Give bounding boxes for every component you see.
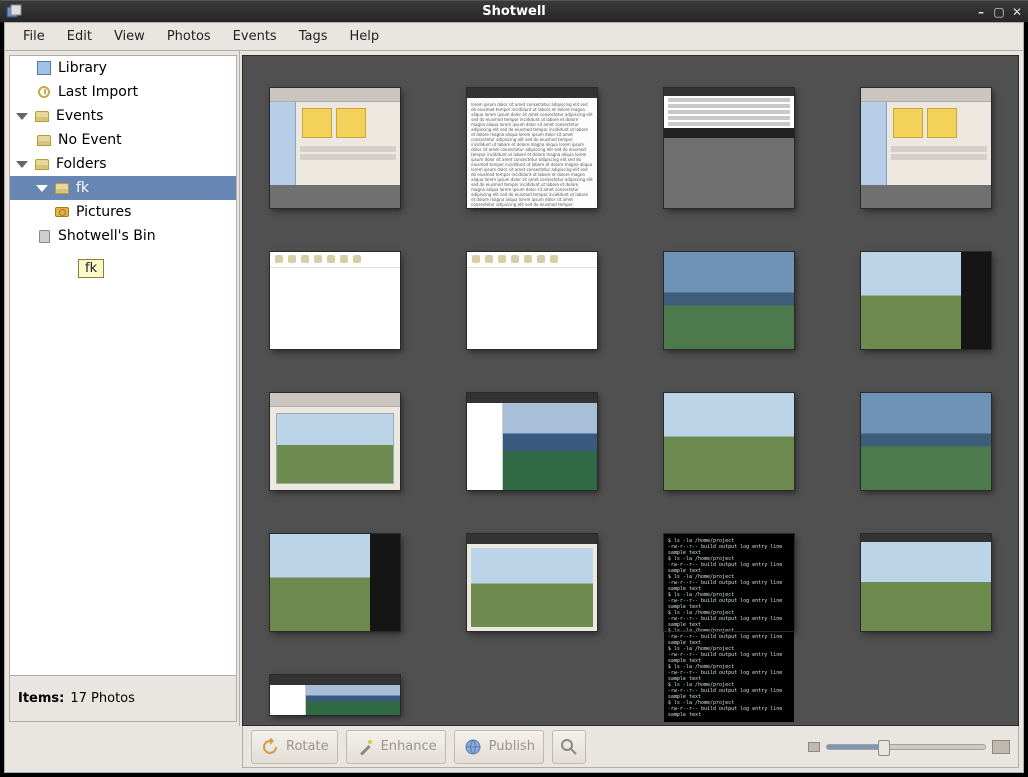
menu-view[interactable]: View [104, 25, 155, 48]
trash-icon [36, 228, 52, 244]
camera-icon [54, 204, 70, 220]
sidebar-item-fk[interactable]: fk [10, 176, 236, 200]
menu-photos[interactable]: Photos [157, 25, 221, 48]
globe-icon [463, 737, 483, 757]
menu-tags[interactable]: Tags [289, 25, 338, 48]
thumbnail[interactable] [467, 393, 597, 490]
button-label: Enhance [381, 739, 437, 754]
sidebar-item-label: Last Import [58, 84, 138, 100]
sidebar-item-last-import[interactable]: Last Import [10, 80, 236, 104]
thumbnail[interactable] [270, 88, 400, 208]
thumbnail[interactable] [861, 393, 991, 490]
thumbnail[interactable] [664, 88, 794, 208]
publish-button[interactable]: Publish [454, 730, 544, 764]
sidebar-item-label: fk [76, 180, 89, 196]
menu-events[interactable]: Events [223, 25, 287, 48]
enhance-button[interactable]: Enhance [346, 730, 446, 764]
menu-help[interactable]: Help [339, 25, 389, 48]
search-button[interactable] [552, 730, 586, 764]
thumbnail[interactable] [270, 252, 400, 349]
status-value: 17 Photos [70, 691, 135, 706]
button-label: Rotate [286, 739, 329, 754]
sidebar-item-label: No Event [58, 132, 122, 148]
button-label: Publish [489, 739, 535, 754]
zoom-slider-group [808, 740, 1010, 754]
thumbnail[interactable] [861, 88, 991, 208]
thumbnail-gallery[interactable]: lorem ipsum dolor sit amet consectetur a… [242, 55, 1019, 726]
rotate-button[interactable]: Rotate [251, 730, 338, 764]
sidebar-item-label: Shotwell's Bin [58, 228, 156, 244]
menubar: File Edit View Photos Events Tags Help [4, 22, 1024, 50]
minimize-button[interactable]: – [974, 5, 988, 19]
sidebar-item-library[interactable]: Library [10, 56, 236, 80]
thumbnail[interactable] [664, 393, 794, 490]
sidebar-item-label: Events [56, 108, 103, 124]
thumbnail[interactable]: lorem ipsum dolor sit amet consectetur a… [467, 88, 597, 208]
clock-icon [36, 84, 52, 100]
thumbnail[interactable] [467, 252, 597, 349]
thumbnail[interactable] [861, 252, 991, 349]
status-bar: Items: 17 Photos [9, 676, 237, 722]
app-icon [6, 4, 22, 20]
sidebar-item-folders[interactable]: Folders [10, 152, 236, 176]
rotate-icon [260, 737, 280, 757]
sidebar-item-label: Folders [56, 156, 107, 172]
thumbnail[interactable] [270, 534, 400, 631]
thumbnail[interactable] [467, 534, 597, 631]
expander-icon[interactable] [16, 113, 28, 120]
photos-icon [36, 60, 52, 76]
thumbnail[interactable] [270, 393, 400, 490]
sidebar-item-no-event[interactable]: No Event [10, 128, 236, 152]
folder-icon [34, 156, 50, 172]
sidebar-tree: Library Last Import Events No Event Fold… [9, 55, 237, 676]
maximize-button[interactable]: ▢ [992, 5, 1006, 19]
thumbnail[interactable] [861, 534, 991, 631]
close-button[interactable]: ✕ [1010, 5, 1024, 19]
zoom-slider[interactable] [826, 744, 986, 750]
expander-icon[interactable] [16, 161, 28, 168]
search-icon [559, 737, 579, 757]
zoom-large-icon [992, 740, 1010, 754]
folder-icon [34, 108, 50, 124]
menu-file[interactable]: File [13, 25, 55, 48]
sidebar-item-label: Library [58, 60, 107, 76]
thumbnail[interactable] [664, 252, 794, 349]
bottom-toolbar: Rotate Enhance Publish [242, 726, 1019, 768]
status-label: Items: [18, 691, 64, 706]
sidebar-item-bin[interactable]: Shotwell's Bin [10, 224, 236, 248]
sidebar-item-events[interactable]: Events [10, 104, 236, 128]
thumbnail[interactable] [270, 675, 400, 715]
thumbnail[interactable]: $ ls -la /home/project-rw-r--r-- build o… [664, 534, 794, 631]
sidebar-item-label: Pictures [76, 204, 131, 220]
wand-icon [355, 737, 375, 757]
window-title: Shotwell [482, 4, 546, 19]
menu-edit[interactable]: Edit [57, 25, 102, 48]
titlebar: Shotwell – ▢ ✕ [0, 0, 1028, 22]
sidebar-item-pictures[interactable]: Pictures [10, 200, 236, 224]
folder-icon [54, 180, 70, 196]
folder-icon [36, 132, 52, 148]
tooltip: fk [78, 259, 104, 278]
expander-icon[interactable] [36, 185, 48, 192]
zoom-small-icon [808, 742, 820, 752]
